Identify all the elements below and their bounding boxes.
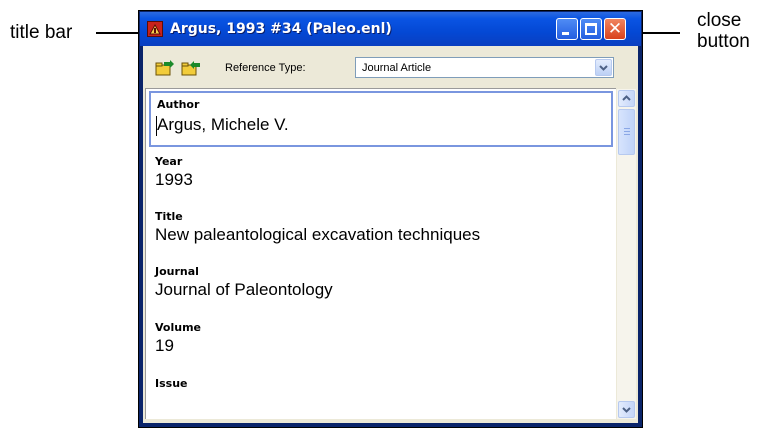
minimize-button[interactable] bbox=[556, 18, 578, 40]
reference-type-value: Journal Article bbox=[362, 62, 432, 74]
chevron-down-icon[interactable] bbox=[595, 59, 612, 76]
maximize-icon bbox=[585, 23, 597, 35]
field-value[interactable]: 19 bbox=[155, 336, 174, 356]
close-button[interactable]: ✕ bbox=[604, 18, 626, 40]
field-label: Author bbox=[157, 98, 200, 111]
field-volume[interactable]: Volume 19 bbox=[149, 315, 613, 367]
field-title[interactable]: Title New paleantological excavation tec… bbox=[149, 204, 613, 256]
minimize-icon bbox=[562, 32, 569, 35]
callout-close-line-2: button bbox=[697, 31, 750, 52]
endnote-app-icon[interactable] bbox=[147, 21, 163, 37]
field-value[interactable]: Argus, Michele V. bbox=[157, 115, 289, 135]
reference-window: Argus, 1993 #34 (Paleo.enl) ✕ Reference … bbox=[138, 10, 643, 428]
callout-close-line-1: close bbox=[697, 10, 742, 31]
scroll-up-button[interactable] bbox=[618, 90, 635, 107]
fields-panel: Author Argus, Michele V. Year 1993 Title… bbox=[145, 88, 616, 419]
reference-type-label: Reference Type: bbox=[225, 62, 306, 74]
callout-close-button-label: close button bbox=[697, 10, 750, 52]
field-label: Volume bbox=[155, 321, 201, 334]
close-icon: ✕ bbox=[607, 19, 623, 39]
title-bar[interactable]: Argus, 1993 #34 (Paleo.enl) ✕ bbox=[140, 12, 641, 46]
field-issue[interactable]: Issue bbox=[149, 370, 613, 418]
field-journal[interactable]: Journal Journal of Paleontology bbox=[149, 260, 613, 312]
vertical-scrollbar[interactable] bbox=[617, 89, 636, 419]
folder-arrow-icon[interactable] bbox=[155, 60, 175, 76]
scroll-down-button[interactable] bbox=[618, 401, 635, 418]
field-year[interactable]: Year 1993 bbox=[149, 149, 613, 201]
toolbar: Reference Type: Journal Article bbox=[143, 46, 638, 86]
field-author[interactable]: Author Argus, Michele V. bbox=[149, 91, 613, 147]
callout-close-button-line bbox=[640, 32, 680, 34]
grip-line bbox=[624, 131, 630, 132]
reference-type-select[interactable]: Journal Article bbox=[355, 57, 614, 78]
callout-title-bar-label: title bar bbox=[10, 22, 73, 43]
chevron-up-icon bbox=[622, 95, 631, 101]
maximize-button[interactable] bbox=[580, 18, 602, 40]
grip-line bbox=[624, 134, 630, 135]
field-value[interactable]: New paleantological excavation technique… bbox=[155, 225, 480, 245]
chevron-down-icon bbox=[622, 407, 631, 413]
grip-line bbox=[624, 128, 630, 129]
window-body: Reference Type: Journal Article Author A… bbox=[143, 46, 638, 423]
folder-arrow-icon[interactable] bbox=[181, 60, 201, 76]
field-value[interactable]: 1993 bbox=[155, 170, 193, 190]
field-label: Journal bbox=[155, 265, 199, 278]
field-label: Title bbox=[155, 210, 183, 223]
field-value[interactable]: Journal of Paleontology bbox=[155, 280, 333, 300]
callout-title-bar-line bbox=[96, 32, 138, 34]
window-title: Argus, 1993 #34 (Paleo.enl) bbox=[170, 21, 392, 37]
field-label: Year bbox=[155, 155, 183, 168]
scroll-thumb[interactable] bbox=[618, 109, 635, 155]
field-label: Issue bbox=[155, 377, 188, 390]
